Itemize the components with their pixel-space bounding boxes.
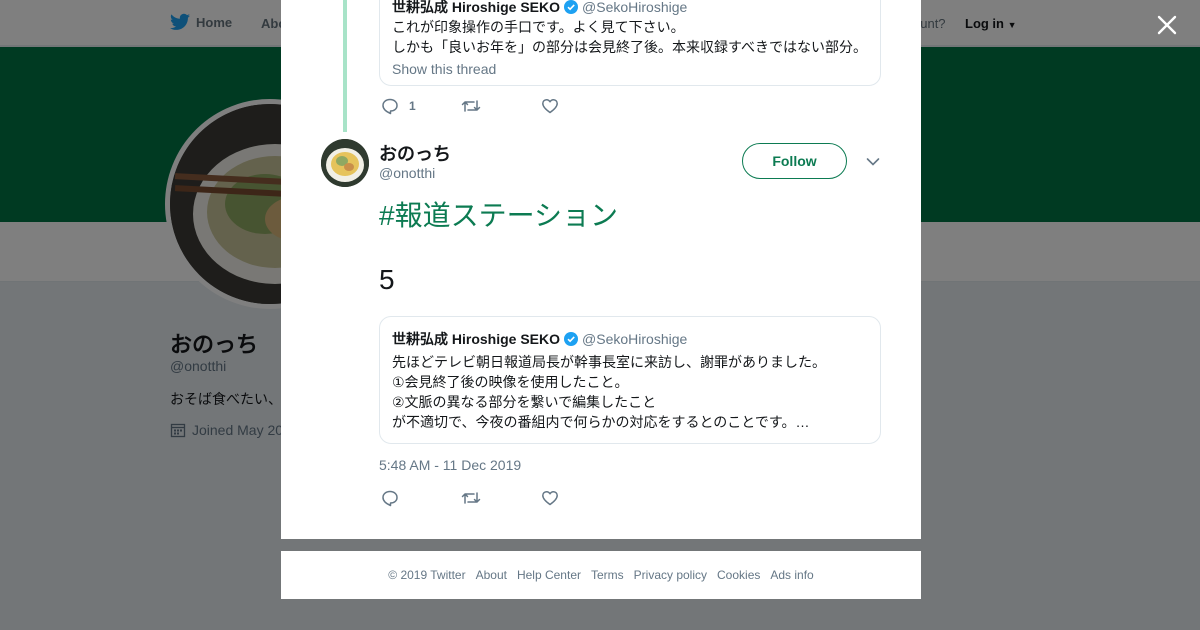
quote-header: 世耕弘成 Hiroshige SEKO @SekoHiroshige <box>392 0 868 17</box>
close-modal-button[interactable] <box>1152 10 1182 40</box>
close-icon <box>1157 15 1177 35</box>
footer-link-help-center[interactable]: Help Center <box>517 568 581 582</box>
like-button[interactable] <box>541 489 621 507</box>
tweet-author-name[interactable]: おのっち <box>379 140 451 166</box>
retweet-icon <box>461 100 481 112</box>
verified-badge-icon <box>564 332 579 346</box>
footer-link-cookies[interactable]: Cookies <box>717 568 760 582</box>
tweet-author-avatar[interactable] <box>321 139 369 187</box>
quote-text-line: しかも「良いお年を」の部分は会見終了後。本来収録すべきではない部分。 <box>392 39 868 55</box>
follow-button[interactable]: Follow <box>742 143 847 179</box>
reply-icon <box>382 98 398 115</box>
show-thread-link[interactable]: Show this thread <box>392 59 868 79</box>
quote-header: 世耕弘成 Hiroshige SEKO @SekoHiroshige <box>392 329 868 349</box>
tweet-text: 5 <box>379 264 395 295</box>
reply-icon <box>382 490 398 507</box>
quote-author-name: 世耕弘成 Hiroshige SEKO <box>392 0 561 15</box>
heart-icon <box>542 490 558 506</box>
copyright-text: © 2019 Twitter <box>388 568 466 582</box>
reply-count: 1 <box>409 99 416 113</box>
quote-text-line: ①会見終了後の映像を使用したこと。 <box>392 374 629 390</box>
footer-link-ads-info[interactable]: Ads info <box>770 568 813 582</box>
heart-icon <box>542 98 558 114</box>
modal-footer: © 2019 Twitter About Help Center Terms P… <box>281 551 921 599</box>
retweet-button[interactable] <box>461 97 541 115</box>
parent-tweet-actions: 1 <box>381 97 621 115</box>
quote-author-name: 世耕弘成 Hiroshige SEKO <box>392 331 561 347</box>
like-button[interactable] <box>541 97 621 115</box>
footer-link-terms[interactable]: Terms <box>591 568 624 582</box>
tweet-timestamp[interactable]: 5:48 AM - 11 Dec 2019 <box>379 457 521 473</box>
footer-link-about[interactable]: About <box>476 568 507 582</box>
chevron-down-icon <box>866 158 880 166</box>
reply-button[interactable]: 1 <box>381 97 461 115</box>
hashtag-link[interactable]: #報道ステーション <box>379 196 618 236</box>
quote-text-line: 先ほどテレビ朝日報道局長が幹事長室に来訪し、謝罪がありました。 <box>392 354 826 370</box>
quote-text-line: これが印象操作の手口です。よく見て下さい。 <box>392 19 685 35</box>
retweet-button[interactable] <box>461 489 541 507</box>
tweet-author-handle[interactable]: @onotthi <box>379 165 435 181</box>
verified-badge-icon <box>564 0 579 14</box>
tweet-permalink-modal: 世耕弘成 Hiroshige SEKO @SekoHiroshige これが印象… <box>281 0 921 539</box>
quote-text-line: が不適切で、今夜の番組内で何らかの対応をするとのことです。… <box>392 414 810 430</box>
thread-connector-line <box>343 0 347 132</box>
avatar-soba-image <box>321 139 369 187</box>
quote-text-line: ②文脈の異なる部分を繋いで編集したこと <box>392 394 657 410</box>
footer-link-privacy[interactable]: Privacy policy <box>634 568 707 582</box>
quote-author-handle: @SekoHiroshige <box>582 331 688 347</box>
quoted-tweet[interactable]: 世耕弘成 Hiroshige SEKO @SekoHiroshige 先ほどテレ… <box>379 316 881 444</box>
parent-quoted-tweet[interactable]: 世耕弘成 Hiroshige SEKO @SekoHiroshige これが印象… <box>379 0 881 86</box>
retweet-icon <box>461 492 481 504</box>
tweet-options-button[interactable] <box>863 152 883 172</box>
quote-author-handle: @SekoHiroshige <box>582 0 688 15</box>
tweet-actions <box>381 489 621 507</box>
reply-button[interactable] <box>381 489 461 507</box>
